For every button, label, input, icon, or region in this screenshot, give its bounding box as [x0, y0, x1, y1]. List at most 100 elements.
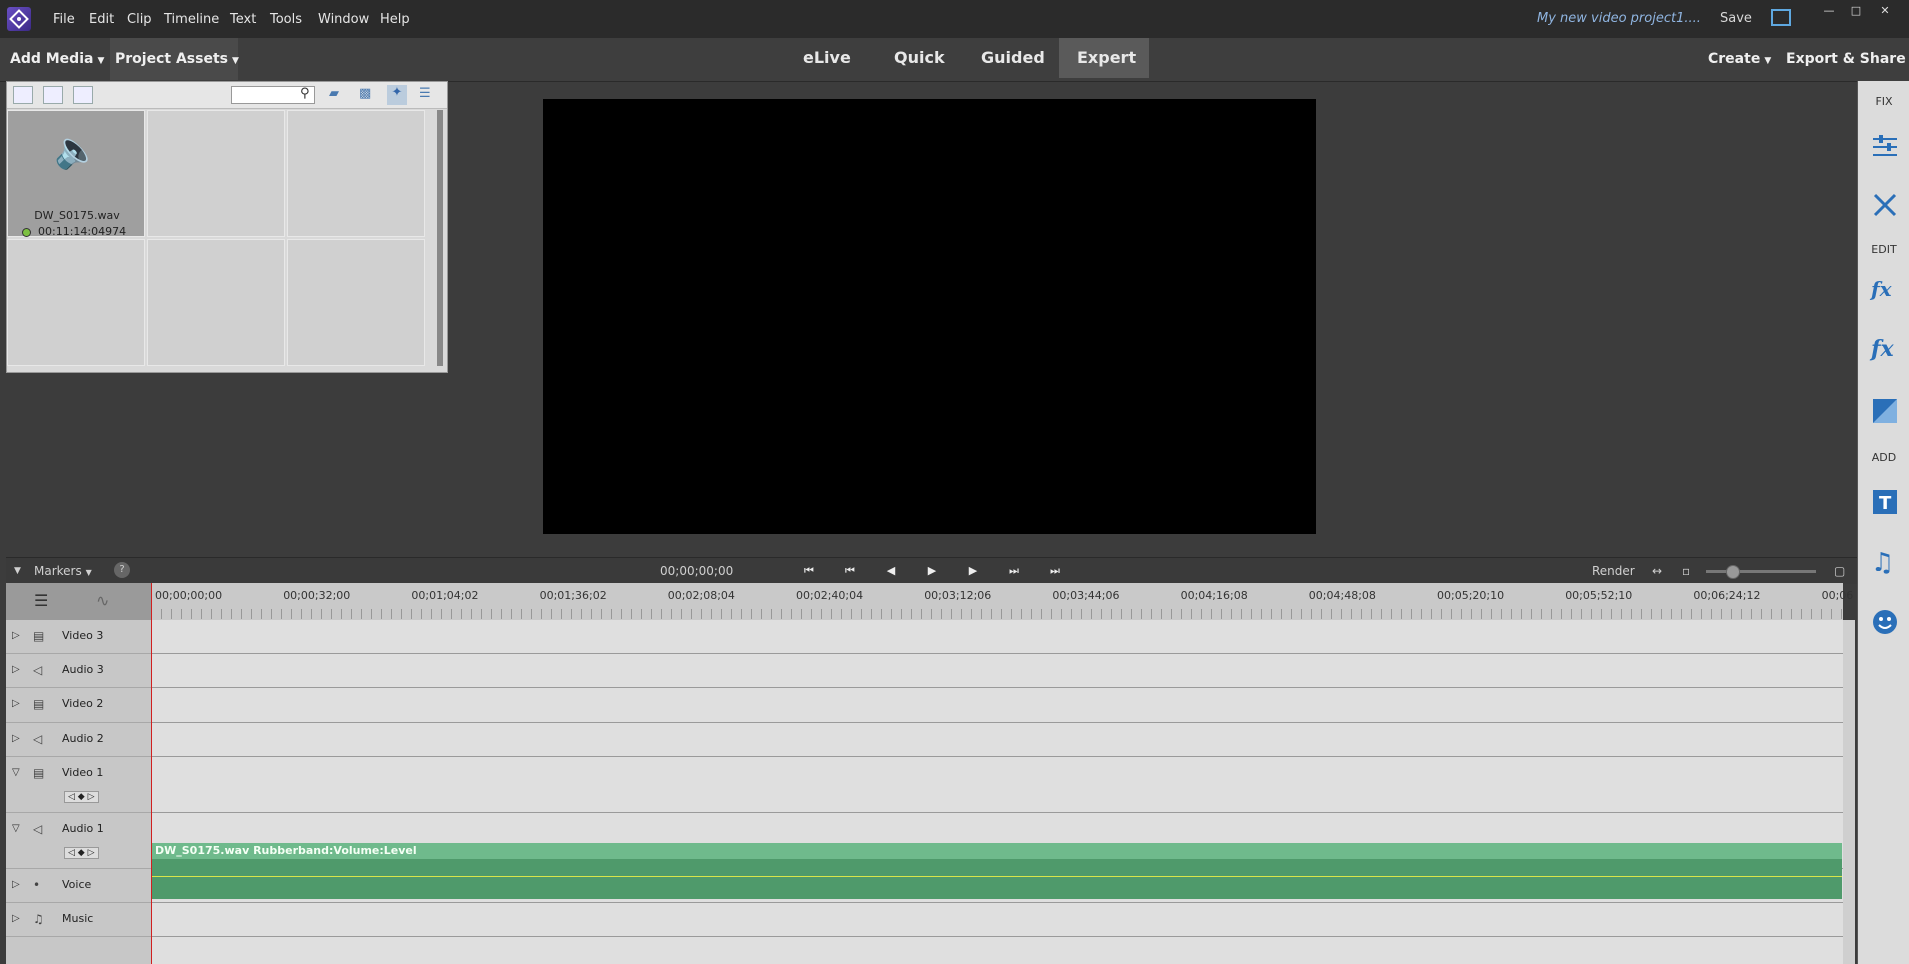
track-options-icon[interactable]: ☰ — [34, 591, 48, 610]
menu-text[interactable]: Text — [230, 12, 256, 27]
playhead[interactable] — [151, 583, 152, 964]
chevron-down-icon: ▼ — [85, 568, 92, 577]
track-row[interactable] — [151, 688, 1843, 723]
collapse-track-icon[interactable]: ▽ — [12, 767, 20, 778]
graphics-icon[interactable] — [1871, 608, 1899, 636]
markers-dropdown[interactable]: Markers ▼ — [34, 564, 92, 578]
audio-waveform-icon[interactable]: ∿ — [96, 591, 109, 610]
titles-icon[interactable]: T — [1871, 488, 1899, 516]
menu-window[interactable]: Window — [318, 12, 369, 27]
collapse-track-icon[interactable]: ▽ — [12, 823, 20, 834]
track-name: Voice — [62, 878, 92, 891]
asset-tile[interactable]: 🔈 DW_S0175.wav 00:11:14:04974 — [7, 110, 145, 238]
trash-icon[interactable]: ▩ — [359, 86, 371, 101]
edit-section-label: EDIT — [1871, 243, 1897, 256]
new-folder-icon[interactable]: ▰ — [329, 86, 339, 101]
assets-scrollbar[interactable] — [437, 110, 443, 366]
go-to-next-edit-icon[interactable]: ⏭ — [1046, 563, 1064, 579]
maximize-icon[interactable]: □ — [1847, 4, 1865, 18]
volume-rubberband[interactable] — [152, 876, 1842, 877]
track-header[interactable]: ▷ ▤ Video 2 — [6, 688, 151, 723]
help-icon[interactable]: ? — [114, 562, 130, 578]
export-share-button[interactable]: Export & Share — [1786, 51, 1906, 67]
music-icon[interactable]: ♫ — [1871, 548, 1899, 578]
expand-track-icon[interactable]: ▷ — [12, 698, 20, 709]
video-track-icon: ▤ — [33, 697, 45, 711]
audio-filter-icon[interactable] — [73, 86, 93, 104]
track-row[interactable] — [151, 757, 1843, 813]
step-forward-icon[interactable]: ▶ — [964, 563, 982, 579]
expand-track-icon[interactable]: ▷ — [12, 630, 20, 641]
effects-icon[interactable]: fx — [1871, 336, 1899, 364]
video-filter-icon[interactable] — [13, 86, 33, 104]
track-row[interactable] — [151, 903, 1843, 937]
go-to-end-icon[interactable]: ⏭ — [1005, 563, 1023, 579]
zoom-in-icon[interactable]: ▢ — [1834, 564, 1845, 578]
pin-icon[interactable]: ✦ — [387, 85, 407, 105]
asset-name: DW_S0175.wav — [34, 209, 120, 222]
keyframe-controls[interactable]: ◁ ◆ ▷ — [64, 791, 99, 803]
transitions-icon[interactable] — [1871, 397, 1899, 425]
go-to-start-icon[interactable]: ⏮ — [841, 563, 859, 579]
menu-tools[interactable]: Tools — [270, 12, 302, 27]
tab-expert[interactable]: Expert — [1059, 38, 1149, 78]
tab-quick[interactable]: Quick — [876, 38, 963, 78]
image-filter-icon[interactable] — [43, 86, 63, 104]
list-view-icon[interactable]: ☰ — [419, 86, 431, 101]
track-name: Audio 3 — [62, 663, 104, 676]
track-header[interactable]: ▷ ◁ Audio 2 — [6, 723, 151, 757]
menu-help[interactable]: Help — [380, 12, 410, 27]
applied-effects-icon[interactable]: fx — [1871, 277, 1899, 305]
track-header[interactable]: ▽ ◁ Audio 1 ◁ ◆ ▷ — [6, 813, 151, 869]
music-track-icon: ♫ — [33, 912, 44, 926]
chevron-down-icon: ▼ — [97, 56, 105, 66]
track-header[interactable]: ▷ ◁ Audio 3 — [6, 654, 151, 688]
minimize-icon[interactable]: — — [1820, 4, 1838, 18]
fit-timeline-icon[interactable]: ↔ — [1652, 564, 1662, 578]
adjust-sliders-icon[interactable] — [1871, 131, 1899, 159]
menu-timeline[interactable]: Timeline — [164, 12, 219, 27]
expand-track-icon[interactable]: ▷ — [12, 733, 20, 744]
menu-edit[interactable]: Edit — [89, 12, 114, 27]
audio-clip[interactable]: DW_S0175.wav Rubberband:Volume:Level — [152, 843, 1842, 899]
track-header[interactable]: ▷ ▤ Video 3 — [6, 620, 151, 654]
status-dot-icon — [22, 228, 31, 237]
search-icon[interactable]: ⚲ — [300, 86, 310, 101]
keyframe-controls[interactable]: ◁ ◆ ▷ — [64, 847, 99, 859]
expand-track-icon[interactable]: ▷ — [12, 913, 20, 924]
track-row[interactable] — [151, 654, 1843, 688]
expand-track-icon[interactable]: ▷ — [12, 879, 20, 890]
expand-track-icon[interactable]: ▷ — [12, 664, 20, 675]
zoom-slider-handle[interactable] — [1726, 565, 1740, 579]
zoom-out-icon[interactable]: ▫ — [1682, 564, 1690, 578]
step-back-icon[interactable]: ◀ — [882, 563, 900, 579]
menu-clip[interactable]: Clip — [127, 12, 152, 27]
time-ruler[interactable]: 00;00;00;00 00;00;32;00 00;01;04;02 00;01;3… — [151, 583, 1853, 620]
collapse-icon[interactable]: ▼ — [14, 566, 21, 576]
go-to-previous-edit-icon[interactable]: ⏮ — [800, 563, 818, 579]
add-media-label: Add Media — [10, 51, 94, 67]
render-button[interactable]: Render — [1592, 564, 1635, 578]
fix-section-label: FIX — [1875, 95, 1893, 108]
create-button[interactable]: Create ▼ — [1708, 51, 1771, 67]
preview-monitor[interactable] — [543, 99, 1316, 534]
timeline-scrollbar[interactable] — [1843, 620, 1855, 964]
chevron-down-icon: ▼ — [231, 56, 239, 66]
add-media-button[interactable]: Add Media ▼ — [10, 51, 104, 67]
save-button[interactable]: Save — [1720, 11, 1752, 26]
play-icon[interactable]: ▶ — [923, 563, 941, 579]
tab-elive[interactable]: eLive — [785, 38, 869, 78]
track-header[interactable]: ▷ • Voice — [6, 869, 151, 903]
track-header[interactable]: ▷ ♫ Music — [6, 903, 151, 937]
track-row[interactable] — [151, 723, 1843, 757]
tools-icon[interactable] — [1871, 191, 1899, 219]
track-area[interactable]: DW_S0175.wav Rubberband:Volume:Level — [151, 620, 1843, 964]
fullscreen-icon[interactable] — [1771, 9, 1791, 26]
track-row[interactable] — [151, 620, 1843, 654]
menu-file[interactable]: File — [53, 12, 75, 27]
track-header[interactable]: ▽ ▤ Video 1 ◁ ◆ ▷ — [6, 757, 151, 813]
close-icon[interactable]: ✕ — [1876, 4, 1894, 18]
tab-guided[interactable]: Guided — [963, 38, 1063, 78]
project-assets-button[interactable]: Project Assets ▼ — [115, 51, 239, 67]
zoom-slider[interactable] — [1706, 570, 1816, 573]
